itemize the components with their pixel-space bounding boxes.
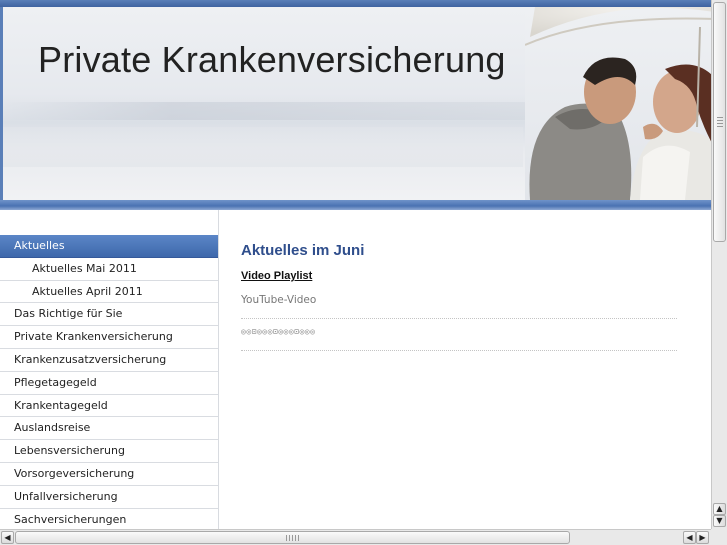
- sidebar-item-aktuelles-mai-2011[interactable]: Aktuelles Mai 2011: [0, 257, 218, 281]
- page-title: Aktuelles im Juni: [241, 242, 365, 259]
- scroll-right-icon[interactable]: ▶: [696, 531, 709, 544]
- scroll-left-icon-end[interactable]: ◀: [683, 531, 696, 544]
- scrollbar-corner: [711, 529, 727, 545]
- video-caption: YouTube-Video: [241, 294, 317, 306]
- sidebar-item-aktuelles[interactable]: Aktuelles: [0, 235, 218, 258]
- scroll-up-icon[interactable]: ▲: [713, 503, 726, 515]
- sidebar-item-unfallversicherung[interactable]: Unfallversicherung: [0, 485, 218, 509]
- top-border: [0, 0, 711, 7]
- header-haze: [3, 102, 563, 120]
- grip-icon: [286, 535, 300, 541]
- sidebar: Aktuelles Aktuelles Mai 2011 Aktuelles A…: [0, 210, 219, 529]
- sidebar-item-krankentagegeld[interactable]: Krankentagegeld: [0, 394, 218, 418]
- header-photo-couple: [525, 7, 711, 200]
- grip-icon: [717, 117, 723, 129]
- sidebar-item-vorsorgeversicherung[interactable]: Vorsorgeversicherung: [0, 462, 218, 486]
- vertical-scroll-thumb[interactable]: [713, 2, 726, 242]
- video-playlist-link[interactable]: Video Playlist: [241, 270, 312, 282]
- sidebar-item-lebensversicherung[interactable]: Lebensversicherung: [0, 440, 218, 463]
- sidebar-item-krankenzusatzversicherung[interactable]: Krankenzusatzversicherung: [0, 348, 218, 372]
- divider: [241, 350, 677, 351]
- site-header: Private Krankenversicherung: [0, 7, 711, 200]
- video-placeholder-glyphs: ◎◎⊡◎◎◎⊡◎◎◎⊡◎◎◎: [241, 327, 316, 336]
- sidebar-item-das-richtige[interactable]: Das Richtige für Sie: [0, 303, 218, 327]
- sidebar-item-pflegetagegeld[interactable]: Pflegetagegeld: [0, 371, 218, 395]
- scroll-left-icon[interactable]: ◀: [1, 531, 14, 544]
- sidebar-nav: Aktuelles Aktuelles Mai 2011 Aktuelles A…: [0, 235, 218, 529]
- vertical-scrollbar[interactable]: ▲ ▼: [711, 0, 727, 529]
- header-divider-bar: [0, 200, 711, 210]
- page-viewport: Private Krankenversicherung Aktuelles Ak…: [0, 0, 711, 529]
- divider: [241, 318, 677, 319]
- site-title: Private Krankenversicherung: [38, 39, 506, 80]
- sidebar-item-sachversicherungen[interactable]: Sachversicherungen: [0, 508, 218, 529]
- horizontal-scrollbar[interactable]: ◀ ◀ ▶: [0, 529, 711, 545]
- sidebar-item-private-krankenversicherung[interactable]: Private Krankenversicherung: [0, 326, 218, 349]
- horizontal-scroll-thumb[interactable]: [15, 531, 570, 544]
- sidebar-item-aktuelles-april-2011[interactable]: Aktuelles April 2011: [0, 280, 218, 304]
- scroll-down-icon[interactable]: ▼: [713, 515, 726, 527]
- main-content: Aktuelles im Juni Video Playlist YouTube…: [219, 210, 711, 529]
- sidebar-item-auslandsreise[interactable]: Auslandsreise: [0, 417, 218, 441]
- header-haze-lower: [3, 127, 523, 167]
